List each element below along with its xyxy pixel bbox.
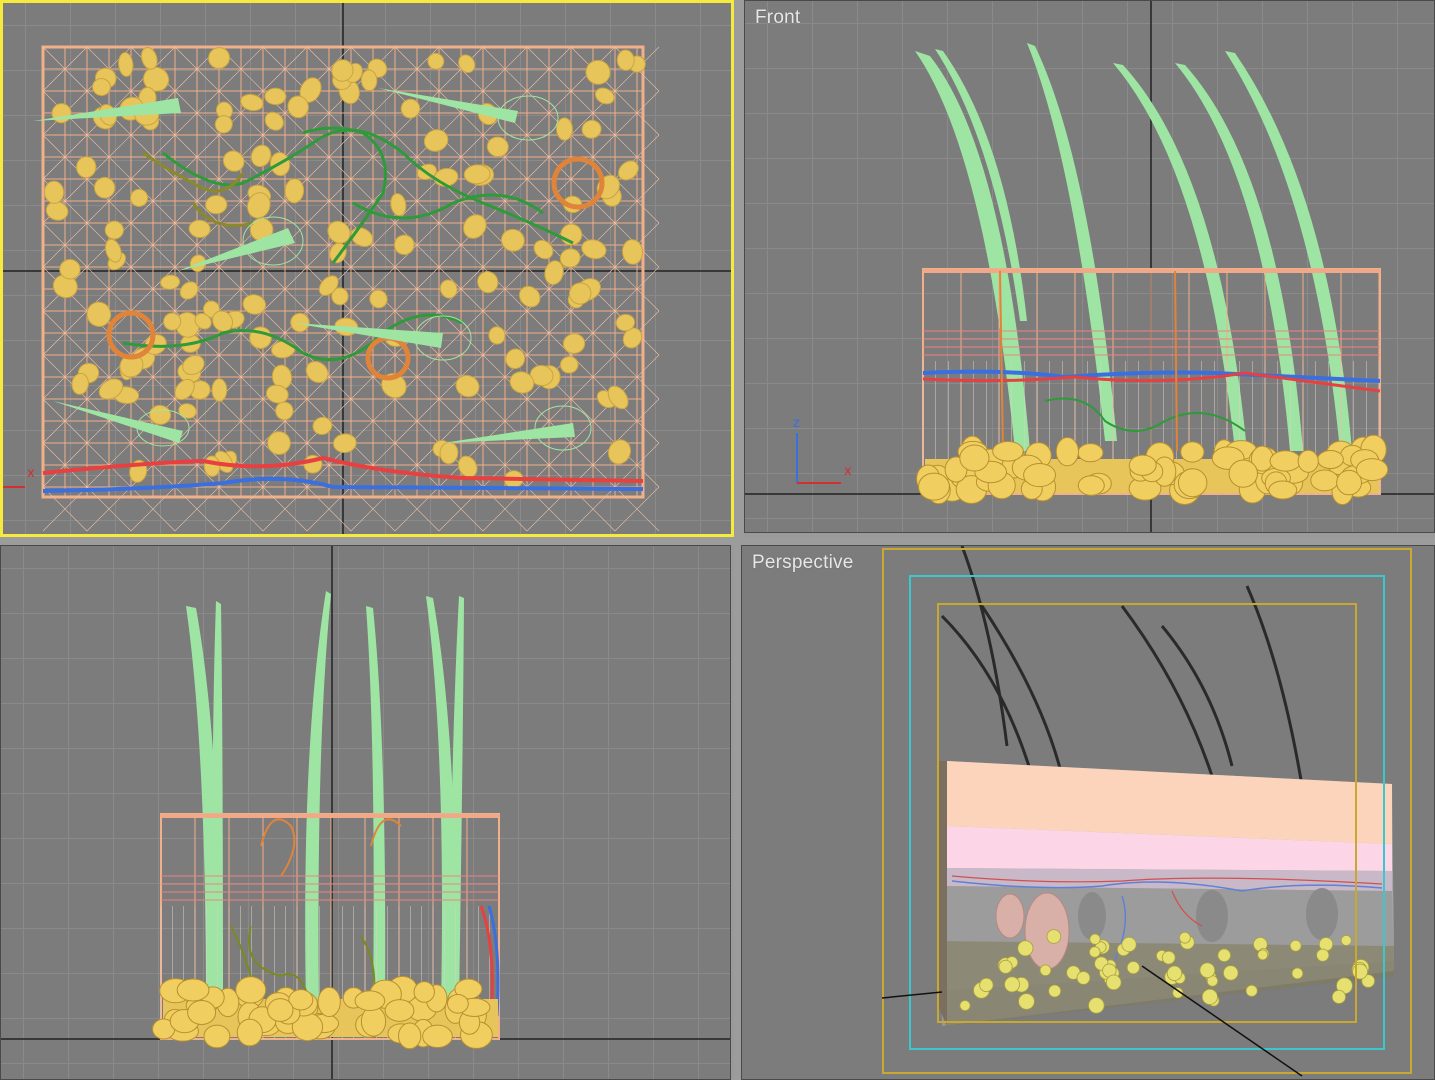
perspective-scene	[881, 546, 1412, 1077]
axis-gizmo-top: x	[3, 466, 35, 488]
axis-z-label: z	[793, 416, 800, 431]
viewport-label-front[interactable]: Front	[755, 7, 800, 29]
hairs-persp	[940, 546, 1304, 787]
top-view-scene: x	[3, 3, 731, 534]
hairs-front	[915, 43, 1352, 451]
viewport-divider-horizontal[interactable]	[0, 537, 1435, 545]
left-view-scene	[1, 546, 730, 1079]
skin-block-persp	[937, 761, 1394, 1026]
front-view-scene: z x	[745, 1, 1434, 532]
axis-x-label: x	[27, 466, 35, 481]
axis-x-label: x	[844, 464, 852, 479]
viewport-label-perspective[interactable]: Perspective	[752, 552, 853, 574]
viewport-top[interactable]: x	[0, 0, 734, 537]
viewport-front[interactable]: z x Front	[744, 0, 1435, 533]
viewport-left[interactable]	[0, 545, 731, 1080]
axis-gizmo-front: z x	[793, 416, 852, 484]
world-axis-line	[881, 991, 943, 999]
viewport-perspective[interactable]: Perspective	[741, 545, 1435, 1080]
hairs-left	[186, 591, 464, 1006]
